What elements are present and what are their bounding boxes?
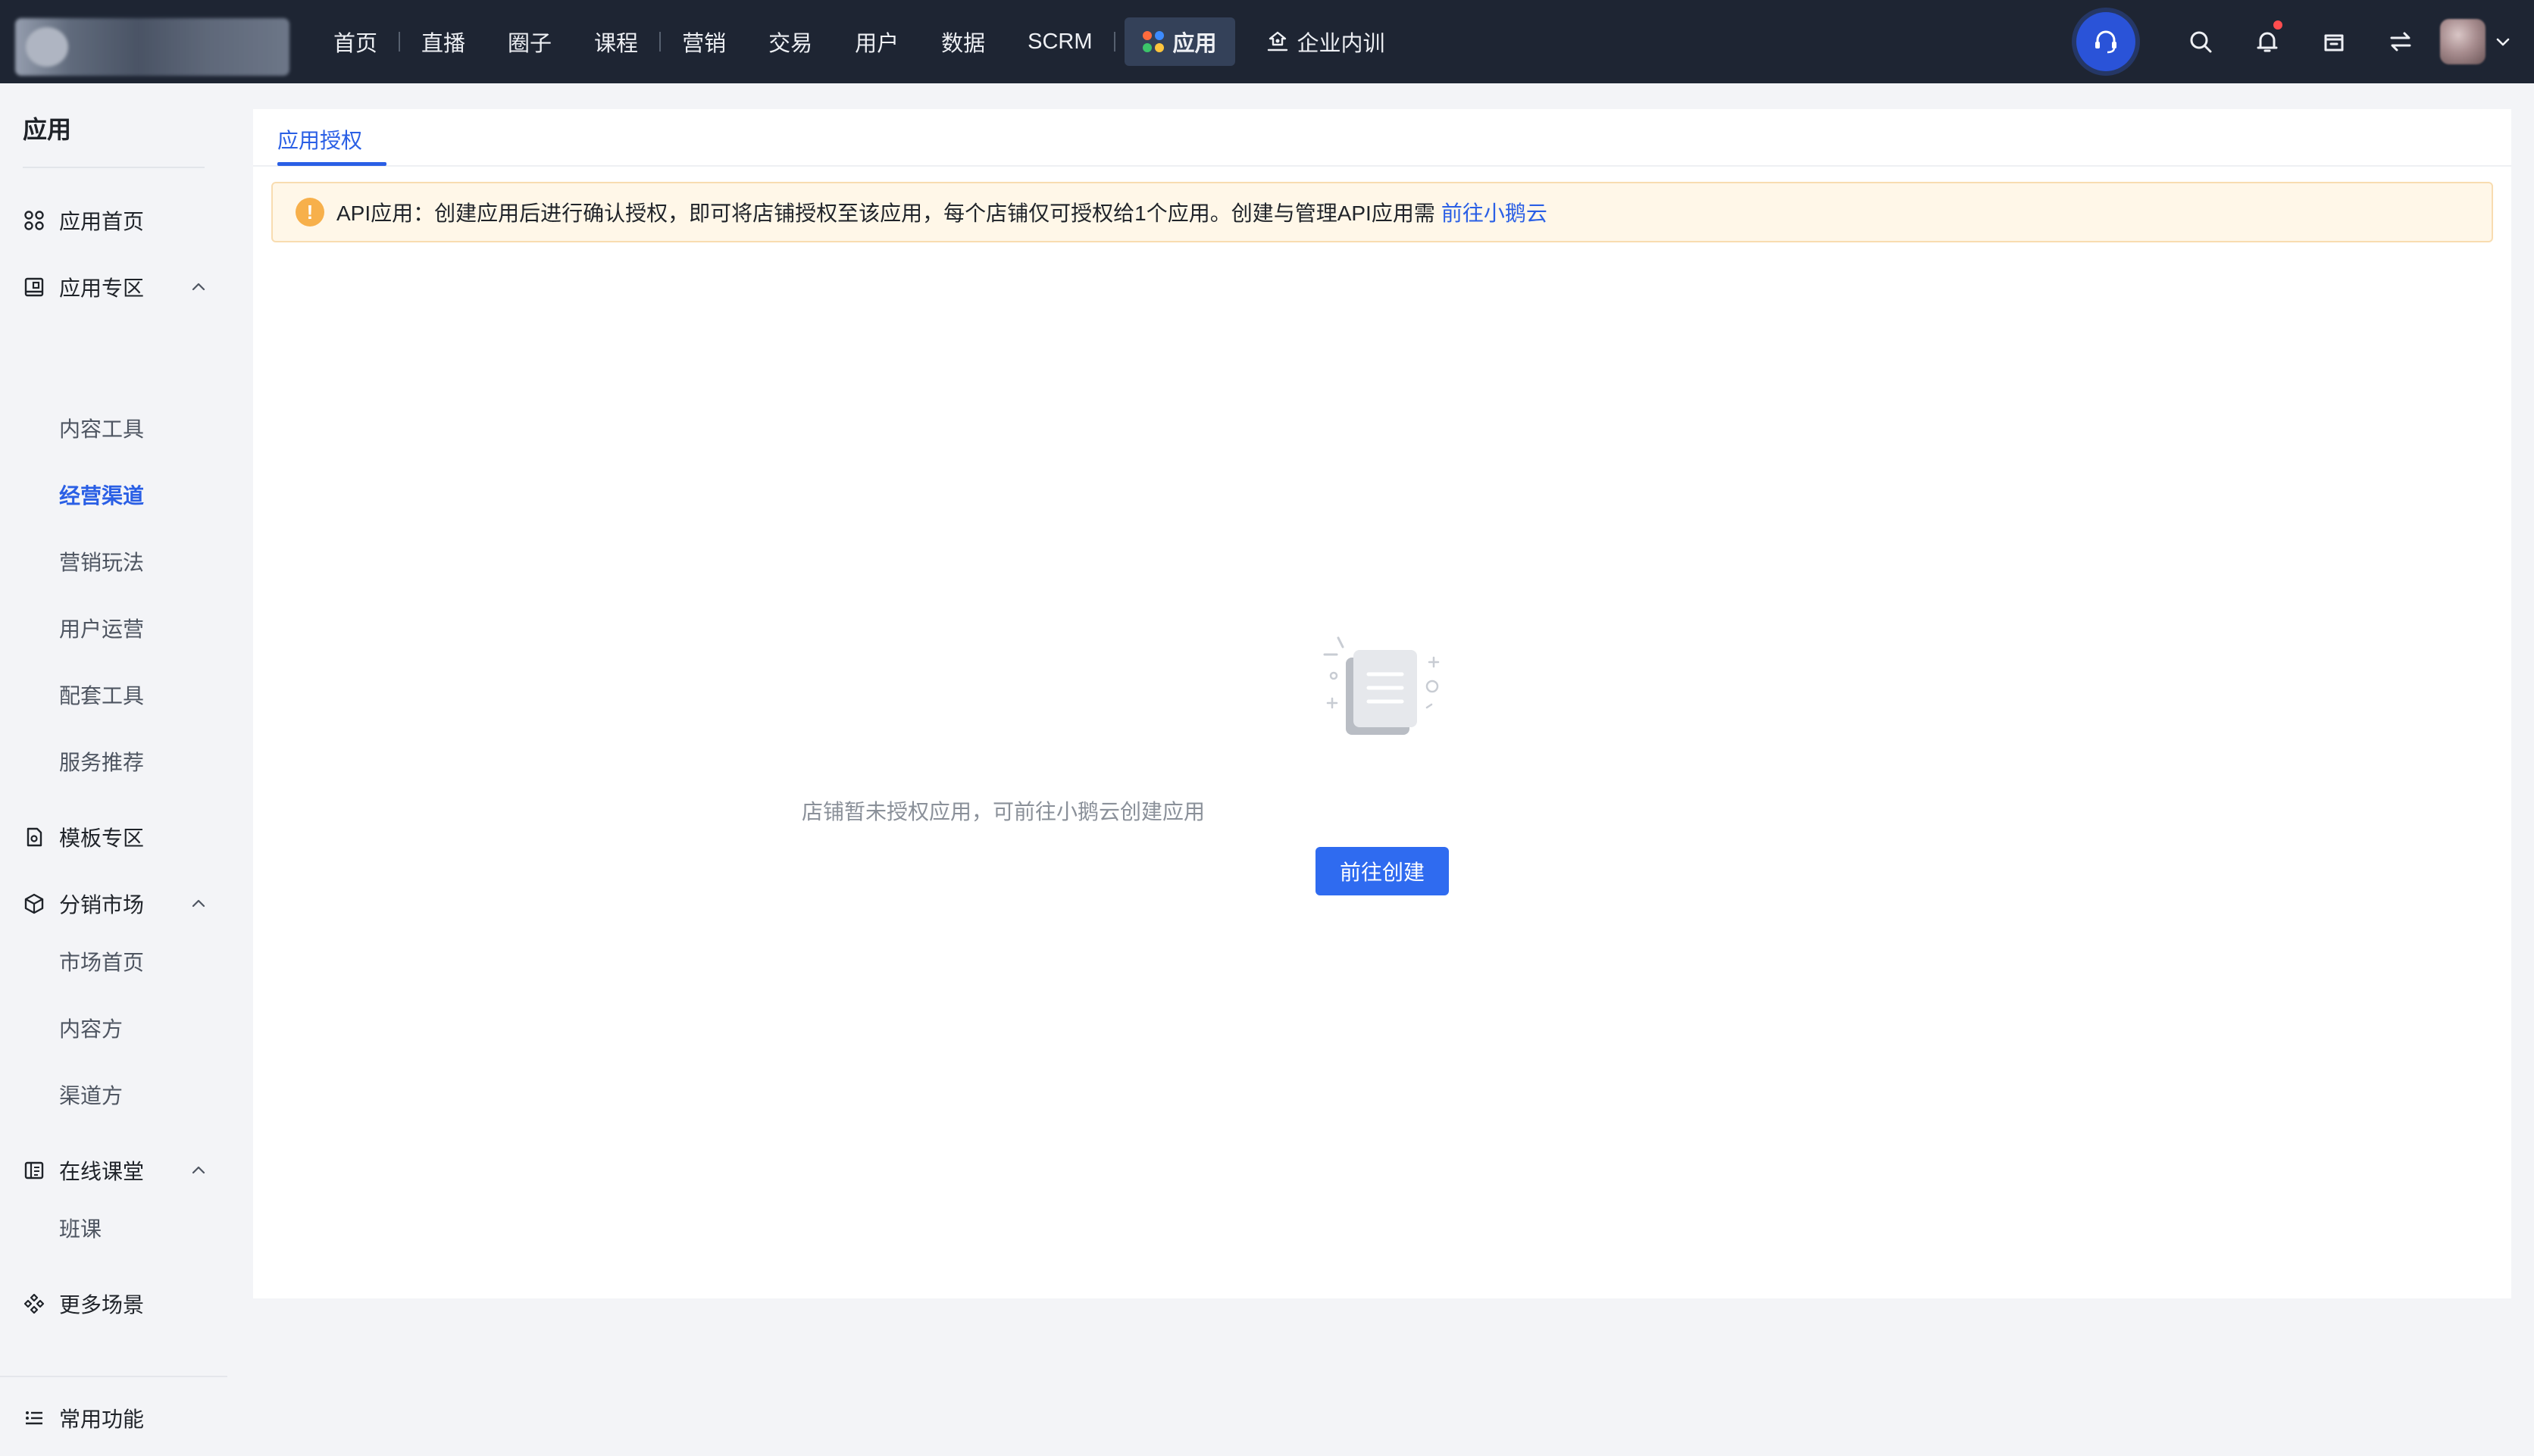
sidebar-item-more-scenes[interactable]: 更多场景 (23, 1283, 212, 1325)
nav-apps[interactable]: 应用 (1124, 17, 1235, 66)
user-menu[interactable] (2440, 19, 2513, 64)
chevron-up-icon[interactable] (189, 1161, 208, 1179)
sidebar-sub-service-recommend[interactable]: 服务推荐 (59, 740, 144, 783)
avatar[interactable] (2440, 19, 2486, 64)
sidebar-sub-marketing-plays[interactable]: 营销玩法 (59, 540, 144, 583)
sidebar-sub-channel-provider[interactable]: 渠道方 (59, 1073, 123, 1116)
store-button[interactable] (2301, 0, 2367, 83)
switch-shop-button[interactable] (2367, 0, 2434, 83)
shop-logo[interactable] (15, 18, 289, 76)
distribution-icon (24, 893, 44, 914)
chevron-up-icon[interactable] (189, 895, 208, 913)
sidebar-item-app-zone[interactable]: 应用专区 (23, 266, 212, 308)
sidebar-sub-content-provider[interactable]: 内容方 (59, 1007, 123, 1049)
sidebar-item-label: 在线课堂 (59, 1160, 145, 1183)
customer-service-button[interactable] (2076, 12, 2135, 71)
nav-apps-label: 应用 (1172, 32, 1217, 56)
topbar-actions (2076, 0, 2534, 83)
sidebar-sub-class[interactable]: 班课 (59, 1207, 102, 1249)
list-icon (26, 1411, 42, 1425)
sidebar-item-common-functions[interactable]: 常用功能 (23, 1397, 212, 1439)
sidebar-item-template-zone[interactable]: 模板专区 (23, 816, 212, 858)
sidebar-sub-supporting-tools[interactable]: 配套工具 (59, 673, 144, 716)
sidebar-item-online-classroom[interactable]: 在线课堂 (23, 1149, 212, 1192)
notification-dot (2273, 20, 2282, 30)
sidebar-sub-market-home[interactable]: 市场首页 (59, 940, 144, 983)
nav-course[interactable]: 课程 (573, 0, 659, 83)
apps-icon (1142, 31, 1164, 52)
training-icon (1267, 31, 1287, 52)
sidebar-item-label: 应用首页 (59, 210, 145, 233)
main-panel: 应用授权 ! API应用：创建应用后进行确认授权，即可将店铺授权至该应用，每个店… (253, 109, 2511, 1298)
sidebar-sub-content-tools[interactable]: 内容工具 (59, 407, 144, 449)
classroom-icon (24, 1161, 44, 1179)
switch-icon (2390, 32, 2411, 52)
notifications-button[interactable] (2234, 0, 2301, 83)
tab-active-indicator (277, 162, 386, 166)
sidebar-item-label: 模板专区 (59, 826, 145, 850)
sidebar-divider (23, 167, 205, 168)
sidebar-sub-business-channels[interactable]: 经营渠道 (59, 473, 144, 516)
template-icon (27, 827, 42, 847)
nav-scrm[interactable]: SCRM (1006, 0, 1113, 83)
grid-icon (24, 211, 44, 230)
nav-circle[interactable]: 圈子 (486, 0, 573, 83)
nav-trade[interactable]: 交易 (747, 0, 834, 83)
sidebar-item-distribution-market[interactable]: 分销市场 (23, 883, 212, 925)
sidebar-footer-divider (0, 1376, 227, 1377)
empty-state-text: 店铺暂未授权应用，可前往小鹅云创建应用 (801, 800, 1205, 823)
sidebar-item-label: 分销市场 (59, 893, 145, 917)
chevron-down-icon (2496, 38, 2510, 46)
notice-text: API应用：创建应用后进行确认授权，即可将店铺授权至该应用，每个店铺仅可授权给1… (336, 202, 1435, 225)
chevron-up-icon[interactable] (189, 278, 208, 296)
more-scenes-icon (23, 1293, 45, 1314)
sidebar-item-label: 更多场景 (59, 1293, 145, 1317)
warning-icon: ! (296, 198, 324, 227)
sidebar-sub-user-operations[interactable]: 用户运营 (59, 607, 144, 649)
store-icon (2324, 34, 2344, 52)
sidebar-item-app-home[interactable]: 应用首页 (23, 199, 212, 242)
search-icon (2190, 31, 2212, 53)
nav-data[interactable]: 数据 (920, 0, 1006, 83)
tab-bar: 应用授权 (253, 109, 2511, 167)
sidebar-item-label: 应用专区 (59, 277, 145, 300)
nav-enterprise-training-label: 企业内训 (1297, 32, 1385, 56)
nav-live[interactable]: 直播 (400, 0, 486, 83)
sidebar-title: 应用 (23, 116, 72, 143)
goto-create-button[interactable]: 前往创建 (1315, 847, 1449, 895)
nav-enterprise-training[interactable]: 企业内训 (1244, 0, 1406, 83)
nav-marketing[interactable]: 营销 (661, 0, 747, 83)
bell-icon (2257, 32, 2278, 52)
search-button[interactable] (2167, 0, 2234, 83)
nav-separator (1113, 32, 1115, 52)
nav-home[interactable]: 首页 (312, 0, 399, 83)
notice-banner: ! API应用：创建应用后进行确认授权，即可将店铺授权至该应用，每个店铺仅可授权… (271, 182, 2493, 242)
app-zone-icon (24, 277, 44, 297)
goto-xiaoe-cloud-link[interactable]: 前往小鹅云 (1441, 197, 1547, 227)
sidebar: 应用 应用首页 应用专区 内容工具 经营渠道 营销玩法 用户运营 配套工具 服务… (0, 83, 227, 1456)
top-navbar: 首页 直播 圈子 课程 营销 交易 用户 数据 SCRM 应用 企业内训 (0, 0, 2534, 83)
main-nav: 首页 直播 圈子 课程 营销 交易 用户 数据 SCRM 应用 企业内训 (312, 0, 1406, 83)
empty-document-icon (1323, 636, 1440, 735)
customer-service-icon (2095, 30, 2116, 54)
sidebar-item-label: 常用功能 (59, 1408, 145, 1431)
nav-users[interactable]: 用户 (834, 0, 920, 83)
